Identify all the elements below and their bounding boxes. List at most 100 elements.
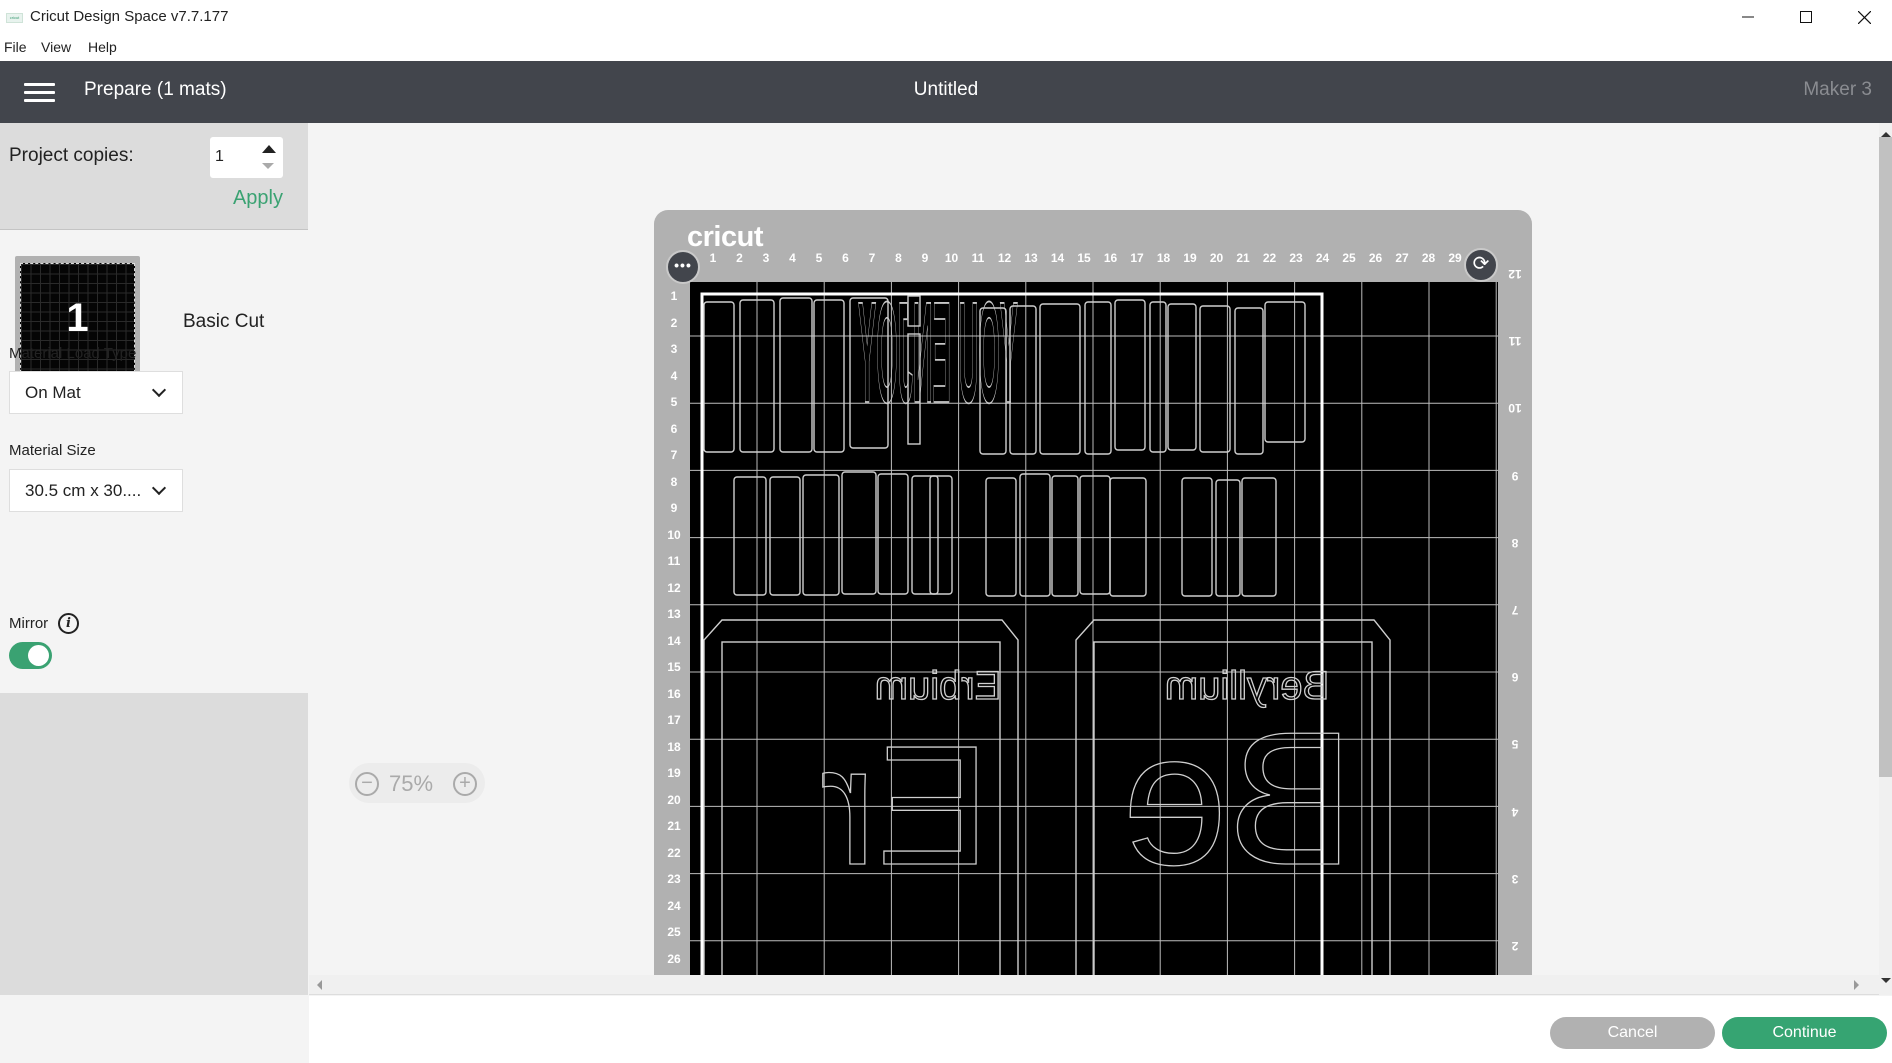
mat-label: Basic Cut: [183, 311, 265, 332]
left-ruler-tick: 9: [670, 501, 678, 515]
scroll-right-arrow-icon[interactable]: [1854, 980, 1859, 990]
top-ruler-tick: 12: [997, 251, 1012, 265]
material-size-label: Material Size: [9, 442, 96, 459]
project-copies-input[interactable]: [215, 148, 255, 166]
cancel-button[interactable]: Cancel: [1550, 1017, 1715, 1049]
hamburger-icon: [24, 83, 55, 86]
left-ruler-tick: 26: [667, 951, 681, 966]
design-letter-outline: [1109, 477, 1147, 597]
close-window-button[interactable]: [1835, 0, 1892, 34]
left-ruler-tick: 1: [670, 289, 678, 303]
design-letter-outline: [703, 301, 735, 453]
menu-help[interactable]: Help: [88, 39, 117, 55]
design-letter-outline: [1079, 475, 1111, 595]
design-letter-outline: [1199, 305, 1231, 453]
left-ruler-tick: 18: [667, 739, 681, 754]
material-load-type-value: On Mat: [25, 383, 81, 402]
top-ruler-tick: 3: [762, 251, 770, 265]
design-letter-outline: [1084, 301, 1112, 455]
design-letter-outline: [802, 474, 840, 596]
top-ruler-tick: 26: [1368, 251, 1383, 265]
mat-thumbnail[interactable]: 1: [15, 256, 140, 390]
design-letter-outline: [1051, 475, 1079, 597]
top-ruler-tick: 18: [1156, 251, 1171, 265]
top-ruler-tick: 11: [971, 251, 985, 265]
design-letter-outline: [1181, 477, 1213, 597]
scroll-left-arrow-icon[interactable]: [317, 980, 322, 990]
mat-canvas[interactable]: cricut 1 2 3 4 5 6 7 8 9 10 11 12 13 14 15 16 17 18 19 20 21…: [309, 123, 1879, 975]
scroll-down-arrow-icon[interactable]: [1881, 978, 1891, 983]
zoom-level: 75%: [389, 771, 434, 796]
design-letter-outline: [779, 297, 813, 453]
project-copies-label: Project copies:: [9, 145, 134, 166]
continue-button[interactable]: Continue: [1722, 1017, 1887, 1049]
apply-button[interactable]: Apply: [233, 187, 283, 210]
material-load-type-select[interactable]: On Mat: [9, 371, 183, 414]
top-ruler-tick: 10: [944, 251, 959, 265]
design-letter-outline: [841, 471, 877, 595]
window-title: Cricut Design Space v7.7.177: [30, 8, 229, 25]
top-ruler-tick: 14: [1050, 251, 1065, 265]
vertical-scroll-thumb[interactable]: [1879, 137, 1892, 777]
project-copies-stepper[interactable]: [210, 137, 283, 178]
app-header: Prepare (1 mats) Untitled Maker 3: [0, 61, 1892, 123]
menu-file[interactable]: File: [4, 39, 27, 55]
zoom-control: − 75% +: [349, 763, 485, 803]
top-ruler-tick: 4: [789, 251, 796, 265]
rotate-icon[interactable]: ⟳: [1464, 248, 1498, 282]
left-ruler-tick: 24: [667, 898, 681, 913]
design-letter-outline: [929, 475, 953, 595]
design-letter-outline: [1039, 303, 1081, 455]
right-ruler-tick: 3: [1511, 871, 1519, 886]
design-letter-outline: [1149, 301, 1167, 453]
left-ruler-tick: 10: [667, 527, 681, 542]
chevron-down-icon: [151, 382, 167, 398]
left-ruler-tick: 8: [670, 474, 678, 489]
design-letter-outline: [1264, 301, 1306, 443]
top-ruler-tick: 16: [1103, 251, 1118, 265]
left-ruler-tick: 22: [667, 845, 681, 860]
top-ruler-tick: 19: [1183, 251, 1197, 265]
close-icon: [1857, 10, 1871, 24]
top-ruler-tick: 15: [1077, 251, 1091, 265]
machine-selector[interactable]: Maker 3: [1803, 79, 1872, 101]
left-ruler-tick: 6: [670, 421, 678, 436]
project-copies-section: Project copies: Apply: [0, 123, 308, 230]
tile1-element-name: Erbium: [875, 664, 1002, 708]
info-icon[interactable]: i: [58, 613, 79, 634]
design-letter-outline: [769, 476, 801, 596]
zoom-out-button[interactable]: −: [355, 772, 379, 796]
mat-design-preview[interactable]: YOU ENJOY Erbium Beryllium Er Be: [690, 282, 1498, 975]
right-ruler-tick: 11: [1508, 334, 1522, 349]
design-letter-outline: [733, 476, 767, 596]
mirror-toggle[interactable]: [9, 642, 52, 669]
design-text-you-enjoy: YOU ENJOY: [858, 282, 1018, 433]
right-ruler-tick: 8: [1511, 535, 1519, 550]
zoom-in-button[interactable]: +: [453, 772, 477, 796]
increment-arrow-icon[interactable]: [262, 145, 276, 153]
left-panel: Project copies: Apply 1 Basic Cut Materi…: [0, 123, 308, 1063]
top-ruler-tick: 21: [1236, 251, 1250, 265]
cricut-logo: cricut: [687, 221, 763, 253]
menu-view[interactable]: View: [41, 39, 71, 55]
material-size-select[interactable]: 30.5 cm x 30....: [9, 469, 183, 512]
left-ruler-tick: 21: [667, 819, 681, 833]
design-letter-outline: [1114, 299, 1146, 451]
maximize-button[interactable]: [1777, 0, 1835, 34]
decrement-arrow-icon[interactable]: [262, 163, 274, 169]
horizontal-scrollbar[interactable]: [309, 975, 1879, 995]
top-ruler-tick: 8: [895, 251, 902, 265]
material-size-value: 30.5 cm x 30....: [25, 481, 142, 500]
app-logo-icon: cricut: [6, 13, 23, 23]
left-ruler-tick: 15: [667, 660, 681, 674]
mat-options-button[interactable]: •••: [666, 250, 700, 284]
left-ruler-tick: 16: [667, 686, 681, 701]
hamburger-menu-button[interactable]: [24, 83, 55, 103]
material-load-type-label: Material Load Type: [9, 345, 137, 362]
minimize-button[interactable]: [1719, 0, 1777, 34]
vertical-scrollbar[interactable]: [1879, 123, 1892, 995]
title-bar: cricut Cricut Design Space v7.7.177: [0, 0, 1892, 34]
design-letter-outline: [1241, 477, 1277, 597]
left-ruler-tick: 12: [667, 580, 681, 595]
right-ruler-tick: 5: [1511, 737, 1519, 752]
